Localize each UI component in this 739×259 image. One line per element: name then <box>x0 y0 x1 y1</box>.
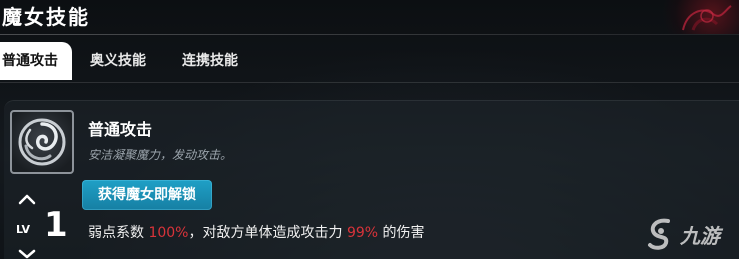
level-down-chevron-icon[interactable] <box>18 249 36 259</box>
level-label: LV <box>16 223 31 236</box>
effect-middle: ，对敌方单体造成攻击力 <box>188 225 347 241</box>
unlock-button[interactable]: 获得魔女即解锁 <box>82 180 212 210</box>
level-up-chevron-icon[interactable] <box>18 193 36 205</box>
tab-ultimate-skill[interactable]: 奥义技能 <box>72 42 164 80</box>
watermark-text: 九游 <box>680 223 720 248</box>
skill-icon-frame <box>10 110 74 174</box>
skill-effect-text: 弱点系数 100%，对敌方单体造成攻击力 99% 的伤害 <box>88 222 425 242</box>
effect-prefix: 弱点系数 <box>88 225 149 241</box>
skill-description: 安洁凝聚魔力，发动攻击。 <box>88 148 233 162</box>
emblem-icon <box>682 5 732 31</box>
jiuyou-logo-icon <box>648 218 670 250</box>
tabs-divider <box>0 82 739 83</box>
watermark: 九游 <box>646 212 738 256</box>
skill-name: 普通攻击 <box>88 120 153 139</box>
tab-link-skill[interactable]: 连携技能 <box>164 42 256 80</box>
attack-percent-value: 99% <box>346 225 379 241</box>
title-divider <box>0 34 739 35</box>
swirl-emblem-icon <box>18 118 66 166</box>
tab-bar: 普通攻击 奥义技能 连携技能 <box>0 42 256 80</box>
title-emblem-decoration <box>649 0 739 34</box>
effect-suffix: 的伤害 <box>378 225 425 241</box>
level-value: 1 <box>44 205 68 245</box>
weakness-coefficient-value: 100% <box>148 225 189 241</box>
tab-normal-attack[interactable]: 普通攻击 <box>0 42 72 80</box>
skill-panel: 魔女技能 普通攻击 奥义技能 连携技能 普通攻击 安洁凝聚魔力，发动攻击。 获得… <box>0 0 739 259</box>
page-title: 魔女技能 <box>2 5 90 29</box>
